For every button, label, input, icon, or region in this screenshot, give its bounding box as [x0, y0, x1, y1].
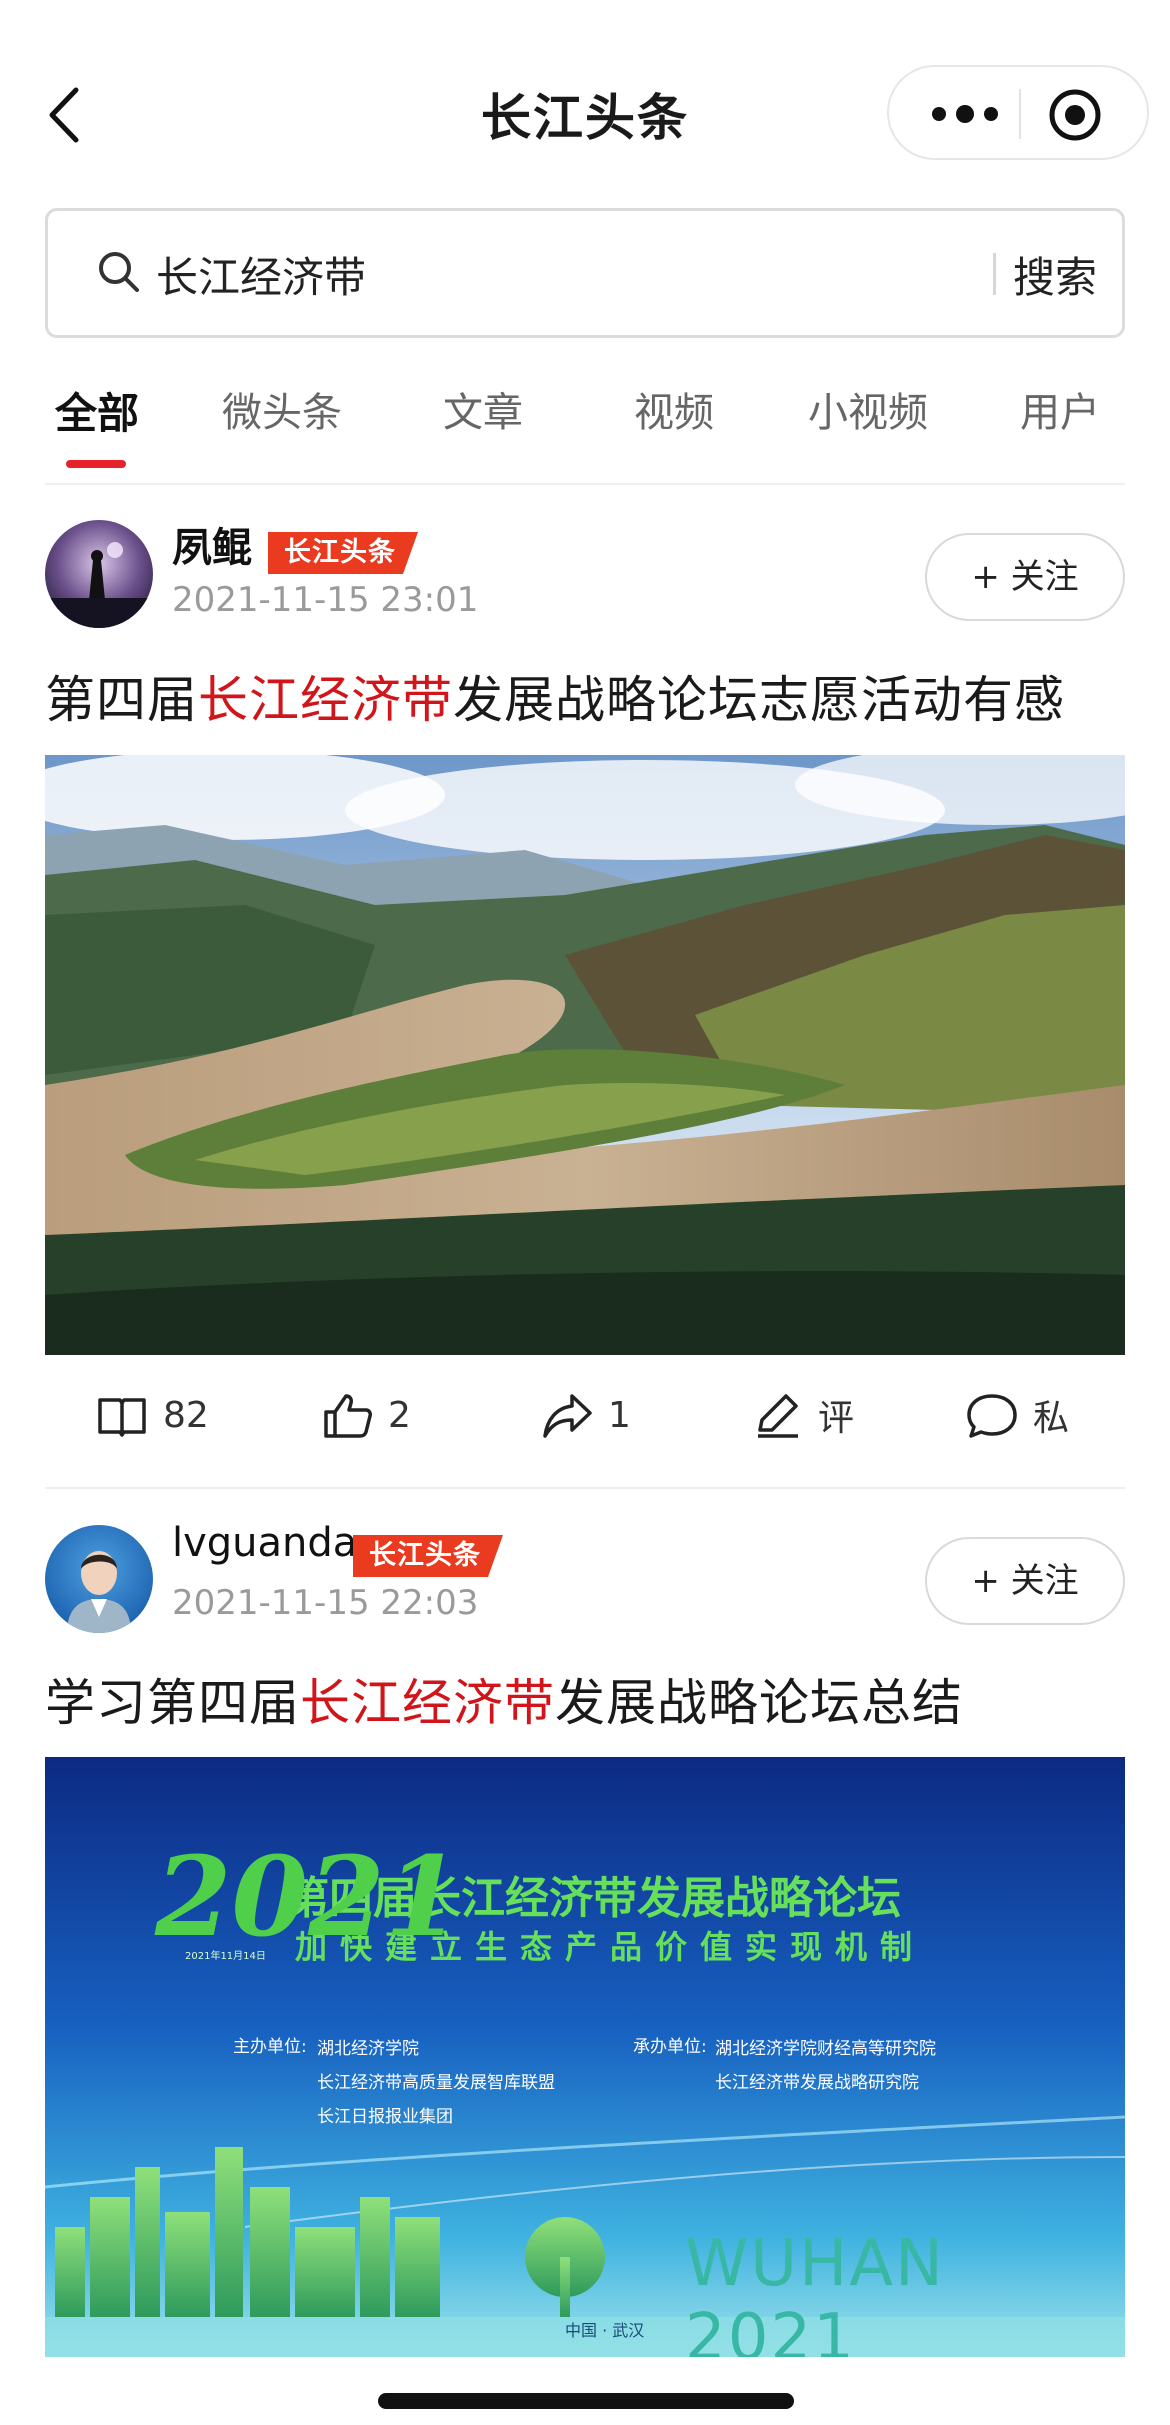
likes-count: 2 — [388, 1394, 411, 1436]
chat-bubble-icon — [967, 1394, 1017, 1438]
source-badge: 长江头条 — [353, 1535, 503, 1577]
search-separator — [993, 253, 996, 295]
mini-program-capsule — [887, 65, 1149, 160]
title-keyword: 长江经济带 — [198, 671, 453, 729]
search-input[interactable]: 长江经济带 搜索 — [45, 208, 1125, 338]
follow-button[interactable]: + 关注 — [925, 533, 1125, 621]
search-button[interactable]: 搜索 — [1013, 244, 1097, 305]
banner-location: 中国 · 武汉 — [565, 2321, 645, 2340]
post-actions: 82 2 1 评 私 — [0, 1375, 1170, 1455]
banner-organizer-label: 承办单位: — [633, 2037, 707, 2057]
tab-videos[interactable]: 视频 — [634, 380, 714, 438]
banner-city-text: WUHAN 2021 — [685, 2227, 945, 2357]
search-value: 长江经济带 — [156, 253, 367, 302]
search-icon — [96, 249, 142, 295]
post-title[interactable]: 学习第四届长江经济带发展战略论坛总结 — [45, 1663, 963, 1735]
post-cover-image[interactable]: 第四届长江经济带发展战略论坛 加快建立生态产品价值实现机制 2021 2021年… — [45, 1757, 1125, 2357]
share-action[interactable]: 1 — [540, 1375, 631, 1455]
banner-year: 2021 — [155, 1832, 462, 1961]
tabs-divider — [45, 483, 1125, 485]
message-action[interactable]: 私 — [965, 1375, 1069, 1455]
tab-all[interactable]: 全部 — [55, 380, 139, 441]
follow-button[interactable]: + 关注 — [925, 1537, 1125, 1625]
more-dots-icon[interactable] — [925, 89, 1005, 139]
post-title[interactable]: 第四届长江经济带发展战略论坛志愿活动有感 — [45, 660, 1065, 732]
avatar[interactable] — [45, 1525, 153, 1633]
target-icon[interactable] — [1047, 87, 1103, 143]
author-name[interactable]: 夙鲲 — [172, 515, 252, 573]
capsule-divider — [1019, 89, 1021, 139]
banner-date: 2021年11月14日 — [185, 1951, 266, 1962]
banner-host-label: 主办单位: — [233, 2037, 307, 2057]
shares-count: 1 — [608, 1394, 631, 1436]
home-indicator[interactable] — [378, 2393, 794, 2409]
like-action[interactable]: 2 — [320, 1375, 411, 1455]
source-badge: 长江头条 — [268, 532, 418, 574]
post-time: 2021-11-15 23:01 — [172, 580, 479, 620]
title-keyword: 长江经济带 — [300, 1674, 555, 1732]
tab-articles[interactable]: 文章 — [443, 380, 523, 438]
book-icon — [98, 1398, 146, 1437]
post-cover-image[interactable] — [45, 755, 1125, 1355]
reads-count: 82 — [163, 1394, 209, 1436]
thumbs-up-icon — [324, 1394, 372, 1438]
tab-users[interactable]: 用户 — [1020, 380, 1100, 438]
active-tab-indicator — [66, 460, 126, 468]
reads-action[interactable]: 82 — [95, 1375, 209, 1455]
banner-hosts: 湖北经济学院 长江经济带高质量发展智库联盟 长江日报报业集团 — [317, 2039, 555, 2127]
tab-micro-headline[interactable]: 微头条 — [222, 380, 342, 438]
comment-action[interactable]: 评 — [750, 1375, 854, 1455]
author-name[interactable]: lvguanda — [172, 1520, 357, 1566]
tab-short-videos[interactable]: 小视频 — [808, 380, 928, 438]
pencil-icon — [758, 1394, 798, 1438]
post-time: 2021-11-15 22:03 — [172, 1583, 479, 1623]
share-icon — [543, 1394, 592, 1438]
nav-bar: 长江头条 — [0, 0, 1170, 200]
banner-organizers: 湖北经济学院财经高等研究院 长江经济带发展战略研究院 — [715, 2039, 936, 2093]
avatar[interactable] — [45, 520, 153, 628]
message-label: 私 — [1033, 1398, 1070, 1439]
tab-bar: 全部 微头条 文章 视频 小视频 用户 — [0, 370, 1170, 470]
post-divider — [45, 1487, 1125, 1489]
comment-label: 评 — [818, 1398, 855, 1439]
